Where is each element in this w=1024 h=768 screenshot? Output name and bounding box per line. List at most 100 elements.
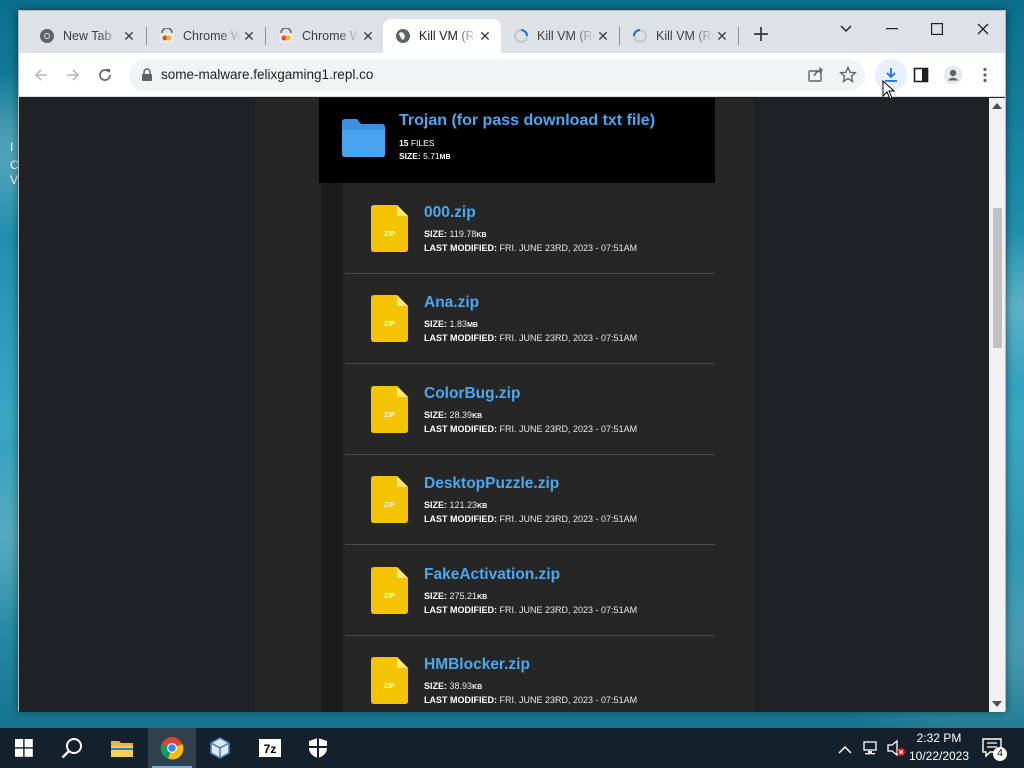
folder-icon bbox=[341, 118, 386, 162]
size-value: 121.23 bbox=[449, 500, 478, 510]
tab-search-chevron-icon[interactable] bbox=[828, 15, 864, 43]
windows-security-shield-icon[interactable] bbox=[294, 728, 342, 768]
maximize-icon[interactable] bbox=[919, 15, 955, 43]
search-icon[interactable] bbox=[48, 728, 96, 768]
file-size: SIZE: 1.83MB bbox=[424, 319, 478, 329]
minimize-icon[interactable] bbox=[874, 15, 910, 43]
tab-strip: New Tab ✕ Chrome Web Store ✕ Chrome Web … bbox=[19, 11, 1005, 53]
last-modified-value: FRI. JUNE 23RD, 2023 - 07:51AM bbox=[499, 333, 638, 343]
size-label: SIZE: bbox=[424, 410, 448, 420]
address-bar[interactable]: some-malware.felixgaming1.repl.co bbox=[129, 59, 865, 91]
menu-kebab-icon[interactable] bbox=[973, 63, 997, 87]
url-text: some-malware.felixgaming1.repl.co bbox=[161, 67, 374, 82]
scroll-up-arrow-icon[interactable] bbox=[992, 103, 1002, 109]
folder-size-unit: MB bbox=[439, 154, 451, 161]
share-icon[interactable] bbox=[807, 66, 825, 88]
file-name-link[interactable]: HMBlocker.zip bbox=[424, 656, 530, 674]
file-size: SIZE: 38.93KB bbox=[424, 681, 482, 691]
svg-text:7z: 7z bbox=[264, 742, 277, 756]
tab-kill-vm[interactable]: Kill VM (Replit) ✕ bbox=[620, 19, 738, 53]
mouse-cursor-icon bbox=[882, 80, 896, 100]
folder-size-value: 5.71 bbox=[423, 151, 440, 161]
file-row[interactable]: ZIP FakeActivation.zip SIZE: 275.21KB LA… bbox=[345, 546, 715, 636]
file-row[interactable]: ZIP DesktopPuzzle.zip SIZE: 121.23KB LAS… bbox=[345, 455, 715, 545]
loading-icon bbox=[632, 28, 648, 44]
size-value: 1.83 bbox=[449, 319, 468, 329]
tab-chrome-web-store[interactable]: Chrome Web Store ✕ bbox=[147, 19, 265, 53]
scroll-down-arrow-icon[interactable] bbox=[992, 701, 1002, 707]
virtualbox-icon[interactable] bbox=[196, 728, 244, 768]
file-row[interactable]: ZIP Ana.zip SIZE: 1.83MB LAST MODIFIED: … bbox=[345, 274, 715, 364]
page-scrollbar[interactable] bbox=[989, 98, 1005, 712]
bookmark-star-icon[interactable] bbox=[839, 65, 857, 88]
web-page: Trojan (for pass download txt file) 15 F… bbox=[19, 98, 991, 712]
close-icon[interactable]: ✕ bbox=[714, 28, 730, 44]
start-windows-icon[interactable] bbox=[0, 728, 48, 768]
tab-title: Kill VM (Replit) bbox=[419, 29, 477, 43]
file-last-modified: LAST MODIFIED: FRI. JUNE 23RD, 2023 - 07… bbox=[424, 243, 637, 253]
7zip-icon[interactable]: 7z bbox=[246, 728, 294, 768]
last-modified-label: LAST MODIFIED: bbox=[424, 243, 497, 253]
profile-avatar-icon[interactable] bbox=[941, 63, 965, 87]
size-unit: KB bbox=[472, 684, 483, 691]
size-label: SIZE: bbox=[424, 319, 448, 329]
reload-icon[interactable] bbox=[93, 63, 117, 87]
file-name-link[interactable]: ColorBug.zip bbox=[424, 385, 520, 403]
file-name-link[interactable]: 000.zip bbox=[424, 204, 476, 222]
file-name-link[interactable]: FakeActivation.zip bbox=[424, 566, 560, 584]
network-icon[interactable] bbox=[862, 740, 880, 760]
tab-kill-vm-active[interactable]: Kill VM (Replit) ✕ bbox=[383, 19, 501, 53]
svg-text:ZIP: ZIP bbox=[384, 412, 395, 419]
volume-muted-icon[interactable] bbox=[886, 739, 906, 761]
chevron-up-icon[interactable] bbox=[838, 740, 852, 759]
back-arrow-icon[interactable] bbox=[29, 63, 53, 87]
file-row[interactable]: ZIP 000.zip SIZE: 119.78KB LAST MODIFIED… bbox=[345, 184, 715, 274]
folder-title[interactable]: Trojan (for pass download txt file) bbox=[399, 112, 655, 130]
file-last-modified: LAST MODIFIED: FRI. JUNE 23RD, 2023 - 07… bbox=[424, 333, 637, 343]
tab-kill-vm[interactable]: Kill VM (Replit) ✕ bbox=[501, 19, 619, 53]
last-modified-label: LAST MODIFIED: bbox=[424, 424, 497, 434]
clock-date[interactable]: 10/22/2023 bbox=[906, 749, 972, 763]
desktop-icon-label-fragment[interactable]: I bbox=[10, 140, 13, 154]
close-icon[interactable]: ✕ bbox=[477, 28, 493, 44]
file-count-value: 15 bbox=[399, 138, 409, 148]
folder-header[interactable]: Trojan (for pass download txt file) 15 F… bbox=[319, 98, 715, 183]
file-name-link[interactable]: DesktopPuzzle.zip bbox=[424, 475, 559, 493]
size-unit: KB bbox=[472, 413, 483, 420]
zip-file-icon: ZIP bbox=[371, 205, 408, 252]
last-modified-value: FRI. JUNE 23RD, 2023 - 07:51AM bbox=[499, 605, 638, 615]
forward-arrow-icon[interactable] bbox=[61, 63, 85, 87]
file-last-modified: LAST MODIFIED: FRI. JUNE 23RD, 2023 - 07… bbox=[424, 695, 637, 705]
file-explorer-icon[interactable] bbox=[98, 728, 146, 768]
clock-time[interactable]: 2:32 PM bbox=[906, 731, 972, 745]
globe-icon bbox=[395, 28, 411, 44]
scrollbar-thumb[interactable] bbox=[993, 208, 1002, 348]
chrome-taskbar-icon[interactable] bbox=[148, 728, 196, 768]
desktop-icon-label-fragment[interactable]: V bbox=[10, 173, 18, 187]
size-unit: KB bbox=[476, 232, 487, 239]
tab-chrome-web-store[interactable]: Chrome Web Store ✕ bbox=[266, 19, 384, 53]
notification-count-badge: 4 bbox=[993, 747, 1007, 761]
size-value: 275.21 bbox=[449, 591, 478, 601]
size-unit: KB bbox=[477, 503, 488, 510]
lock-icon[interactable] bbox=[141, 67, 153, 86]
close-icon[interactable]: ✕ bbox=[241, 28, 257, 44]
close-icon[interactable]: ✕ bbox=[595, 28, 611, 44]
tab-new-tab[interactable]: New Tab ✕ bbox=[27, 19, 145, 53]
size-label: SIZE: bbox=[424, 681, 448, 691]
chrome-web-store-icon bbox=[159, 28, 175, 44]
folder-file-count: 15 FILES bbox=[399, 138, 434, 148]
new-tab-plus-icon[interactable]: + bbox=[750, 24, 772, 47]
taskbar: 7z 2:32 PM 10/22/2023 4 bbox=[0, 728, 1024, 768]
size-unit: KB bbox=[477, 594, 488, 601]
folder-size-label: SIZE: bbox=[399, 151, 421, 161]
file-row[interactable]: ZIP ColorBug.zip SIZE: 28.39KB LAST MODI… bbox=[345, 365, 715, 455]
file-size: SIZE: 119.78KB bbox=[424, 229, 487, 239]
close-icon[interactable]: ✕ bbox=[360, 28, 376, 44]
file-name-link[interactable]: Ana.zip bbox=[424, 294, 479, 312]
close-window-icon[interactable] bbox=[965, 15, 1001, 43]
file-row[interactable]: ZIP HMBlocker.zip SIZE: 38.93KB LAST MOD… bbox=[345, 636, 715, 712]
last-modified-label: LAST MODIFIED: bbox=[424, 333, 497, 343]
side-panel-icon[interactable] bbox=[909, 63, 933, 87]
close-icon[interactable]: ✕ bbox=[121, 28, 137, 44]
